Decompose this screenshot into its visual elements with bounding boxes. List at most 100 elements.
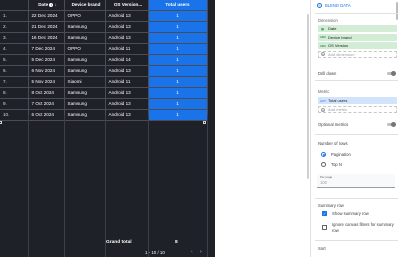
dimension-chip-os-version[interactable]: ABC OS Version	[318, 42, 397, 49]
table-header-row: Date i ↓ Device brand OS Version... Tota…	[0, 0, 208, 11]
add-icon: +	[321, 107, 325, 112]
date-cell: 5 Dec 2024	[28, 54, 65, 66]
total-users-cell: 1	[148, 54, 208, 66]
date-cell: 21 Dec 2024	[28, 21, 65, 33]
top-n-radio[interactable]	[321, 162, 326, 167]
total-users-cell: 1	[148, 109, 208, 121]
show-summary-checkbox[interactable]: ✓	[322, 211, 327, 216]
os-version-cell: Android 11	[105, 43, 149, 55]
date-cell: 16 Dec 2024	[28, 32, 65, 44]
sort-descending-icon[interactable]: ↓	[55, 2, 57, 7]
metric-heading: Metric	[318, 89, 330, 94]
table-row[interactable]: 2. 21 Dec 2024 Samsung Android 13 1	[0, 21, 208, 33]
add-metric-button[interactable]: + Add metric	[318, 106, 397, 113]
blend-data-label: BLEND DATA	[325, 3, 351, 8]
total-users-cell: 1	[148, 10, 208, 22]
total-users-cell: 1	[148, 43, 208, 55]
os-version-cell: Android 13	[105, 10, 149, 22]
summary-row-heading: Summary row	[318, 203, 344, 208]
table-row[interactable]: 3. 16 Dec 2024 Samsung Android 13 1	[0, 32, 208, 44]
dimension-chip-label: Device brand	[328, 34, 352, 40]
drill-down-toggle[interactable]	[387, 71, 396, 76]
date-cell: 5 Nov 2024	[28, 76, 65, 88]
ignore-filters-label-line2: row	[332, 228, 339, 233]
per-page-label: Per page	[320, 175, 333, 179]
total-users-cell: 1	[148, 98, 208, 110]
blend-data-button[interactable]: + BLEND DATA	[317, 3, 351, 8]
panel-scrollbar[interactable]	[396, 2, 398, 20]
add-metric-label: Add metric	[328, 107, 348, 112]
canvas-scrollbar[interactable]	[307, 14, 309, 179]
sort-heading: Sort	[318, 246, 326, 251]
dimension-chip-device-brand[interactable]: ABC Device brand	[318, 33, 397, 41]
date-cell: 8 Oct 2024	[28, 87, 65, 99]
per-page-value: 100	[320, 180, 327, 185]
device-brand-cell: OPPO	[64, 10, 106, 22]
device-brand-cell: Samsung	[64, 32, 106, 44]
metric-chip-total-users[interactable]: AUT Total users	[318, 97, 397, 104]
grand-total-label: Grand total	[106, 240, 132, 245]
add-dimension-button[interactable]: + Add dimension	[318, 50, 397, 58]
total-users-column-header[interactable]: Total users	[148, 0, 208, 11]
column-divider	[148, 115, 149, 257]
total-users-cell: 1	[148, 65, 208, 77]
add-dimension-label: Add dimension	[328, 51, 355, 57]
row-number-cell: 1.	[0, 10, 29, 22]
pagination-option-label: Pagination	[331, 152, 351, 157]
table-row[interactable]: 6. 6 Nov 2024 Samsung Android 13 1	[0, 65, 208, 77]
os-version-cell: Android 13	[105, 87, 149, 99]
row-number-cell: 5.	[0, 54, 29, 66]
table-row[interactable]: 7. 5 Nov 2024 Xiaomi Android 11 1	[0, 76, 208, 88]
total-users-cell: 1	[148, 21, 208, 33]
os-version-cell: Android 13	[105, 32, 149, 44]
table-row[interactable]: 10. 6 Oct 2024 Samsung Android 13 1	[0, 109, 208, 121]
table-row[interactable]: 5. 5 Dec 2024 Samsung Android 14 1	[0, 54, 208, 66]
device-brand-cell: Samsung	[64, 109, 106, 121]
pagination-text: 1 - 10 / 10	[145, 250, 165, 255]
os-version-cell: Android 13	[105, 65, 149, 77]
table-row[interactable]: 8. 8 Oct 2024 Samsung Android 13 1	[0, 87, 208, 99]
device-brand-cell: Samsung	[64, 87, 106, 99]
resize-handle-left[interactable]	[0, 121, 2, 124]
date-column-header[interactable]: Date i ↓	[28, 0, 65, 11]
row-number-cell: 9.	[0, 98, 29, 110]
column-divider	[105, 115, 106, 257]
dimension-chip-label: OS Version	[328, 43, 349, 48]
row-number-cell: 3.	[0, 32, 29, 44]
device-brand-cell: Samsung	[64, 65, 106, 77]
next-page-icon[interactable]: ›	[200, 249, 202, 255]
date-cell: 22 Dec 2024	[28, 10, 65, 22]
table-row[interactable]: 9. 7 Oct 2024 Samsung Android 13 1	[0, 98, 208, 110]
row-number-cell: 7.	[0, 76, 29, 88]
grand-total-value: 8	[175, 240, 178, 245]
row-number-cell: 4.	[0, 43, 29, 55]
rows-per-page-field[interactable]: Per page 100	[317, 174, 395, 188]
metric-chip-label: Total users	[328, 98, 348, 103]
row-number-cell: 6.	[0, 65, 29, 77]
table-row[interactable]: 1. 22 Dec 2024 OPPO Android 13 1	[0, 10, 208, 22]
divider	[315, 134, 398, 135]
resize-handle-right[interactable]	[203, 121, 206, 124]
previous-page-icon[interactable]: ‹	[191, 249, 193, 255]
data-table[interactable]: Date i ↓ Device brand OS Version... Tota…	[0, 0, 208, 121]
dimension-chip-date[interactable]: ▦ Date	[318, 25, 397, 32]
divider	[315, 198, 398, 199]
table-row[interactable]: 4. 7 Dec 2024 OPPO Android 11 1	[0, 43, 208, 55]
column-divider	[207, 115, 208, 257]
device-brand-column-header[interactable]: Device brand	[64, 0, 106, 11]
os-version-cell: Android 13	[105, 21, 149, 33]
pagination-radio[interactable]	[321, 152, 326, 157]
optional-metrics-toggle[interactable]	[387, 122, 396, 127]
dimension-heading: Dimension	[318, 18, 338, 23]
divider	[315, 240, 398, 241]
device-brand-cell: Samsung	[64, 21, 106, 33]
divider	[315, 80, 398, 81]
os-version-column-header[interactable]: OS Version...	[105, 0, 149, 11]
date-cell: 7 Dec 2024	[28, 43, 65, 55]
row-number-cell: 10.	[0, 109, 29, 121]
device-brand-cell: Samsung	[64, 98, 106, 110]
ignore-filters-checkbox[interactable]	[322, 225, 327, 230]
device-brand-cell: Samsung	[64, 54, 106, 66]
report-canvas: Date i ↓ Device brand OS Version... Tota…	[0, 0, 215, 257]
column-divider	[28, 115, 29, 257]
